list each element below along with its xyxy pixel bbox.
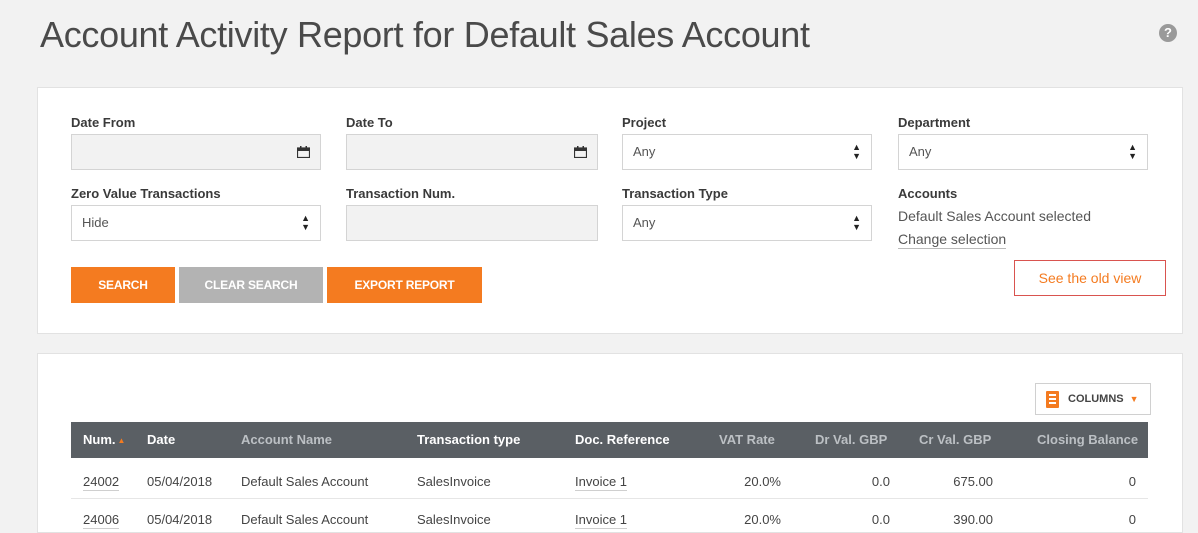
project-label: Project: [622, 115, 667, 130]
select-arrows-icon: ▲ ▼: [852, 213, 861, 232]
col-account-name-header[interactable]: Account Name: [241, 422, 332, 458]
sort-asc-icon: ▲: [117, 436, 126, 445]
filter-panel: Date From Date To Project Any ▲ ▼ Departm…: [37, 87, 1183, 334]
cell-dr-val: 0.0: [871, 474, 890, 489]
table-header: Num. ▲ Date Account Name Transaction type…: [71, 422, 1148, 458]
date-from-input[interactable]: [71, 134, 321, 170]
select-arrows-icon: ▲ ▼: [1128, 142, 1137, 161]
row-divider: [71, 498, 1148, 499]
project-value: Any: [633, 144, 656, 159]
select-arrows-icon: ▲ ▼: [301, 213, 310, 232]
col-date-header[interactable]: Date: [147, 422, 175, 458]
cell-cr-val: 390.00: [953, 512, 993, 527]
old-view-link[interactable]: See the old view: [1014, 260, 1166, 296]
report-table-panel: COLUMNS ▼ Num. ▲ Date Account Name Transa…: [37, 353, 1183, 533]
zero-value-value: Hide: [82, 215, 109, 230]
cell-date: 05/04/2018: [147, 512, 213, 527]
col-vat-rate-header[interactable]: VAT Rate: [719, 422, 775, 458]
cell-closing-balance: 0: [1128, 474, 1136, 489]
project-select[interactable]: Any ▲ ▼: [622, 134, 872, 170]
cell-account-name: Default Sales Account: [241, 512, 369, 527]
select-arrows-icon: ▲ ▼: [852, 142, 861, 161]
accounts-selected-text: Default Sales Account selected: [898, 208, 1092, 224]
search-button[interactable]: SEARCH: [71, 267, 175, 303]
department-select[interactable]: Any ▲ ▼: [898, 134, 1148, 170]
col-cr-val-header[interactable]: Cr Val. GBP: [919, 422, 991, 458]
col-doc-reference-header[interactable]: Doc. Reference: [575, 422, 670, 458]
calendar-icon[interactable]: [563, 135, 597, 169]
cell-closing-balance: 0: [1128, 512, 1136, 527]
transaction-type-select[interactable]: Any ▲ ▼: [622, 205, 872, 241]
cell-cr-val: 675.00: [953, 474, 993, 489]
cell-doc-reference[interactable]: Invoice 1: [575, 512, 628, 529]
date-from-label: Date From: [71, 115, 136, 130]
columns-icon: [1046, 390, 1059, 408]
zero-value-select[interactable]: Hide ▲ ▼: [71, 205, 321, 241]
export-report-button[interactable]: EXPORT REPORT: [327, 267, 482, 303]
department-label: Department: [898, 115, 971, 130]
accounts-label: Accounts: [898, 186, 958, 201]
page-title: Account Activity Report for Default Sale…: [40, 14, 810, 55]
transaction-type-label: Transaction Type: [622, 186, 728, 201]
col-closing-balance-header[interactable]: Closing Balance: [1037, 422, 1138, 458]
columns-label: COLUMNS: [1068, 393, 1124, 405]
cell-vat-rate: 20.0%: [744, 512, 781, 527]
transaction-num-input[interactable]: [346, 205, 598, 241]
department-value: Any: [909, 144, 932, 159]
cell-transaction-type: SalesInvoice: [417, 512, 491, 527]
caret-down-icon: ▼: [1129, 394, 1139, 404]
col-transaction-type-header[interactable]: Transaction type: [417, 422, 520, 458]
columns-button[interactable]: COLUMNS ▼: [1035, 383, 1151, 415]
clear-search-button[interactable]: CLEAR SEARCH: [179, 267, 323, 303]
cell-num[interactable]: 24006: [83, 512, 120, 529]
transaction-num-label: Transaction Num.: [346, 186, 456, 201]
cell-account-name: Default Sales Account: [241, 474, 369, 489]
cell-doc-reference[interactable]: Invoice 1: [575, 474, 628, 491]
date-to-input[interactable]: [346, 134, 598, 170]
transaction-type-value: Any: [633, 215, 656, 230]
change-selection-link[interactable]: Change selection: [898, 231, 1007, 249]
cell-transaction-type: SalesInvoice: [417, 474, 491, 489]
cell-vat-rate: 20.0%: [744, 474, 781, 489]
date-to-label: Date To: [346, 115, 393, 130]
cell-dr-val: 0.0: [871, 512, 890, 527]
cell-date: 05/04/2018: [147, 474, 213, 489]
calendar-icon[interactable]: [286, 135, 320, 169]
cell-num[interactable]: 24002: [83, 474, 120, 491]
col-num-header[interactable]: Num. ▲: [83, 422, 125, 458]
col-dr-val-header[interactable]: Dr Val. GBP: [815, 422, 887, 458]
help-icon[interactable]: ?: [1159, 24, 1177, 42]
zero-value-label: Zero Value Transactions: [71, 186, 221, 201]
